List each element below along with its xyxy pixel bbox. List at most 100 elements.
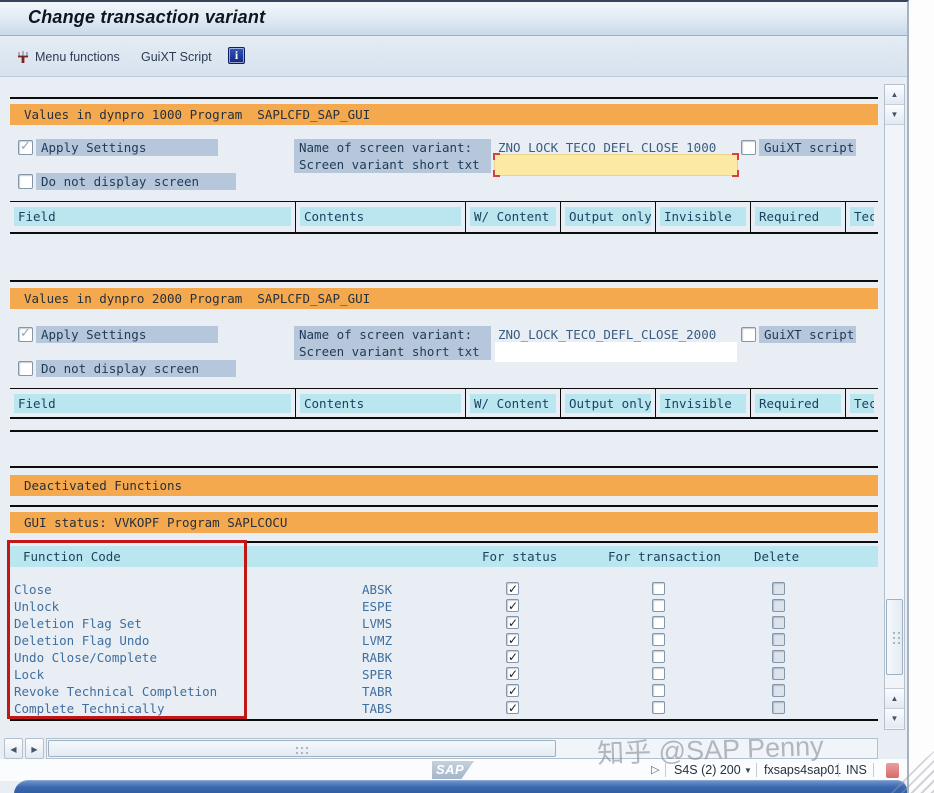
for-transaction-checkbox[interactable] [652,616,665,629]
menu-functions-label: Menu functions [35,50,120,64]
do-not-display-label: Do not display screen [36,173,236,190]
apply-settings-label: Apply Settings [36,326,218,343]
guixt-script-label: GuiXT Script [141,50,212,64]
column-header-for-transaction: For transaction [608,549,721,564]
apply-settings-checkbox [18,326,33,342]
divider [756,763,757,777]
divider [665,763,666,777]
function-code: TABS [362,701,393,716]
function-code: SPER [362,667,393,682]
for-transaction-checkbox[interactable] [652,582,665,595]
do-not-display-checkbox[interactable] [18,361,33,376]
section-dynpro-1000: Values in dynpro 1000 Program SAPLCFD_SA… [10,97,878,234]
insert-mode-indicator: INS [846,763,867,777]
menu-functions-button[interactable]: Menu functions [16,48,120,66]
scroll-right-icon[interactable]: ▶ [25,738,44,759]
scroll-left-icon[interactable]: ◀ [4,738,23,759]
function-code: ABSK [362,582,393,597]
for-status-checkbox[interactable] [506,633,519,647]
variant-name-label: Name of screen variant: [294,326,491,343]
status-red-icon [886,763,899,778]
delete-checkbox [772,616,785,629]
column-header-technical: Tec [850,207,874,226]
for-status-checkbox[interactable] [506,701,519,715]
page-title: Change transaction variant [28,7,266,27]
vertical-scrollbar[interactable]: ▲ ▼ ▲ ▼ [884,84,905,730]
scroll-up-icon[interactable]: ▲ [885,85,904,105]
for-status-checkbox[interactable] [506,667,519,681]
guixt-script-label: GuiXT script [759,139,856,156]
delete-checkbox [772,667,785,680]
guixt-script-checkbox[interactable] [741,140,756,155]
scroll-up-icon[interactable]: ▲ [885,688,904,708]
column-header-w-content: W/ Content [470,394,556,413]
apply-settings-checkbox [18,139,33,155]
field-table-header: Field Contents W/ Content Output only In… [10,388,878,419]
field-table-header: Field Contents W/ Content Output only In… [10,201,878,232]
system-session-info[interactable]: S4S (2) 200 [674,762,741,778]
for-transaction-checkbox[interactable] [652,633,665,646]
info-icon[interactable]: i [228,47,245,64]
section-dynpro-2000: Values in dynpro 2000 Program SAPLCFD_SA… [10,280,878,432]
column-header-required: Required [755,394,841,413]
for-transaction-checkbox[interactable] [652,684,665,697]
deactivated-functions-header: Deactivated Functions [10,475,878,496]
short-text-label: Screen variant short txt [294,343,491,360]
column-header-technical: Tec [850,394,874,413]
column-header-w-content: W/ Content [470,207,556,226]
column-header-invisible: Invisible [660,207,746,226]
performance-icon[interactable]: ▷ [651,763,659,776]
scroll-down-icon[interactable]: ▼ [885,105,904,125]
column-header-contents: Contents [300,207,461,226]
delete-checkbox [772,599,785,612]
for-transaction-checkbox[interactable] [652,599,665,612]
for-status-checkbox[interactable] [506,684,519,698]
title-bar: Change transaction variant [0,2,907,36]
application-toolbar: Menu functions GuiXT Script i [0,36,907,77]
for-transaction-checkbox[interactable] [652,701,665,714]
delete-checkbox [772,701,785,714]
column-header-field: Field [14,207,291,226]
for-status-checkbox[interactable] [506,582,519,596]
function-code: LVMS [362,616,393,631]
menu-functions-icon [16,50,30,65]
short-text-input[interactable] [495,342,737,362]
column-header-contents: Contents [300,394,461,413]
column-header-field: Field [14,394,291,413]
status-bar: SAP ▷ S4S (2) 200 ▼ fxsaps4sap01 INS [0,759,907,781]
column-header-for-status: For status [482,549,558,564]
horizontal-scrollbar[interactable]: ◀ ▶ [4,738,878,759]
column-header-invisible: Invisible [660,394,746,413]
annotation-highlight-box [7,540,247,719]
guixt-script-checkbox[interactable] [741,327,756,342]
do-not-display-label: Do not display screen [36,360,236,377]
vertical-scrollbar-thumb[interactable] [886,599,903,675]
short-text-input[interactable] [495,155,737,175]
guixt-script-button[interactable]: GuiXT Script [141,48,212,66]
apply-settings-label: Apply Settings [36,139,218,156]
horizontal-scrollbar-track[interactable] [46,738,878,759]
variant-name-value: ZNO_LOCK_TECO_DEFL_CLOSE_2000 [498,327,717,342]
column-header-output-only: Output only [565,394,651,413]
do-not-display-checkbox[interactable] [18,174,33,189]
host-name: fxsaps4sap01 [764,763,842,777]
for-status-checkbox[interactable] [506,616,519,630]
for-transaction-checkbox[interactable] [652,650,665,663]
function-code: TABR [362,684,393,699]
delete-checkbox [772,582,785,595]
divider [838,763,839,777]
delete-checkbox [772,650,785,663]
divider [10,505,878,507]
chevron-down-icon[interactable]: ▼ [744,766,752,775]
horizontal-scrollbar-thumb[interactable] [48,740,556,757]
function-code: RABK [362,650,393,665]
column-header-required: Required [755,207,841,226]
for-transaction-checkbox[interactable] [652,667,665,680]
delete-checkbox [772,633,785,646]
gui-status-header: GUI status: VVKOPF Program SAPLCOCU [10,512,878,533]
for-status-checkbox[interactable] [506,650,519,664]
scroll-down-icon[interactable]: ▼ [885,708,904,728]
grip-dots-icon [296,747,298,749]
for-status-checkbox[interactable] [506,599,519,613]
function-code: ESPE [362,599,393,614]
